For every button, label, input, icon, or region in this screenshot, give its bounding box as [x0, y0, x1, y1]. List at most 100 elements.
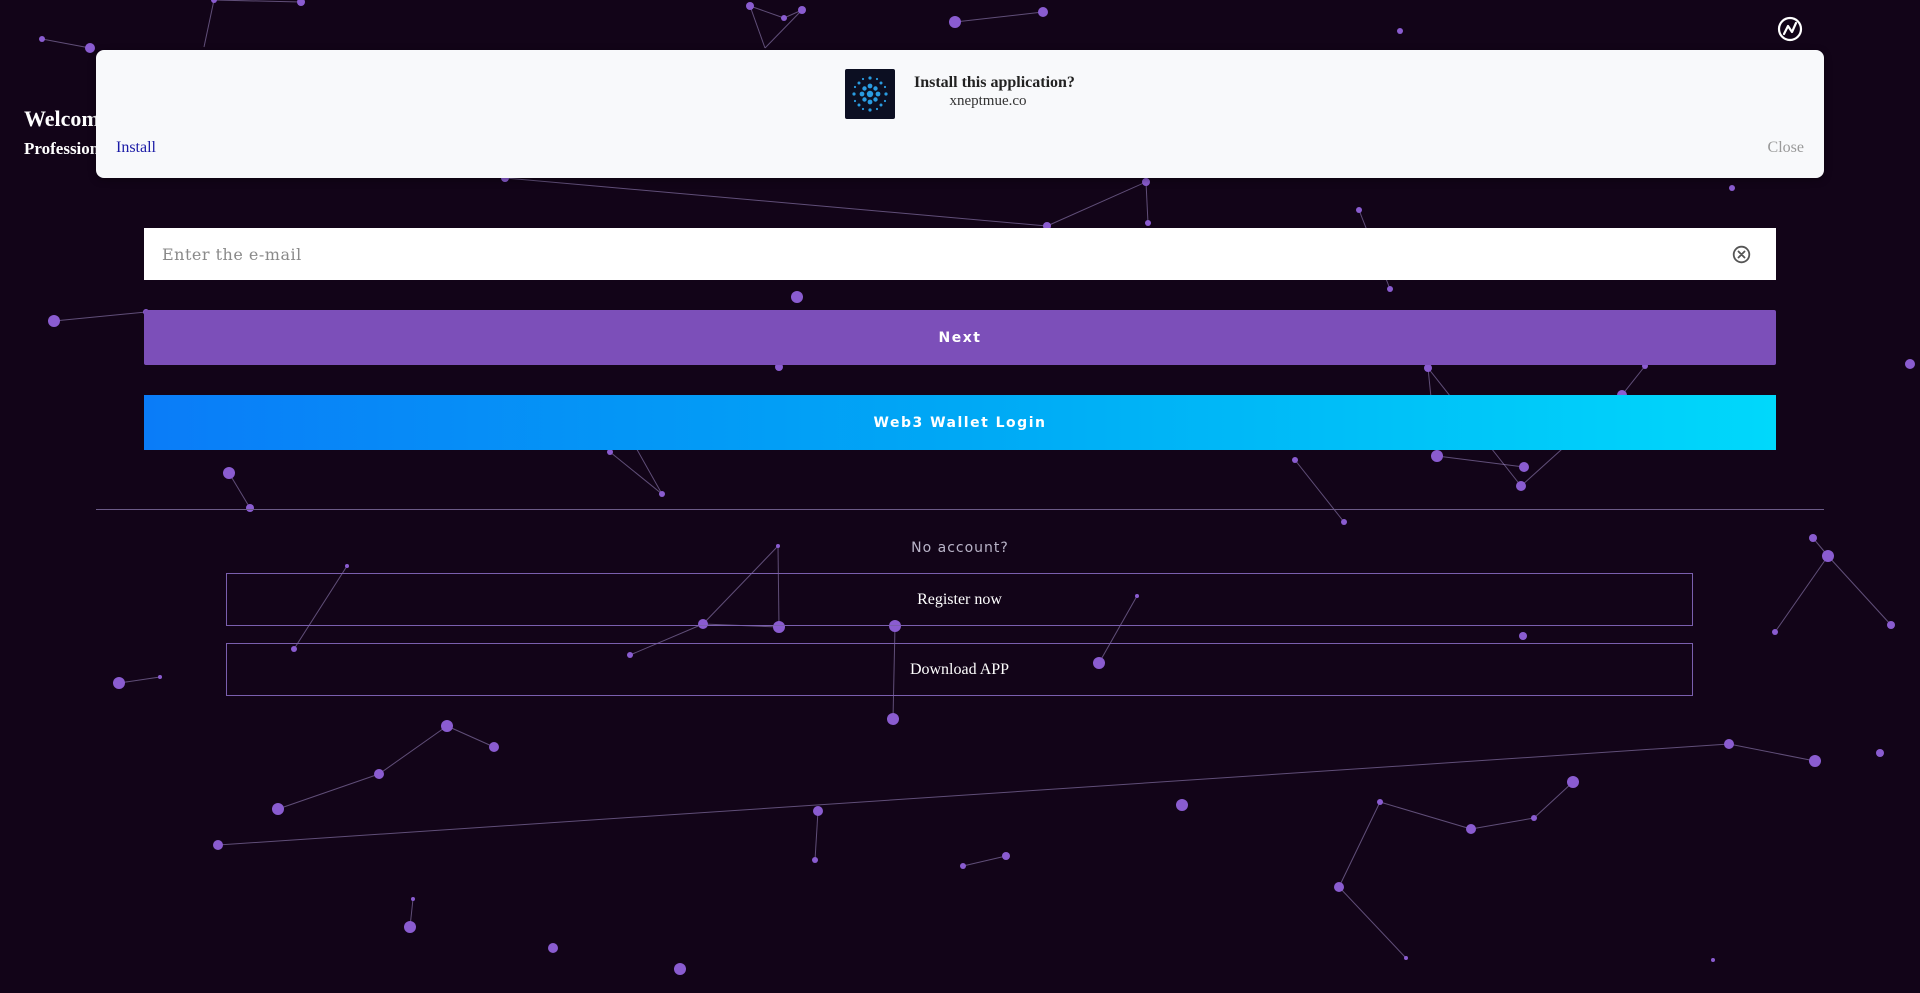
particle-dot: [48, 315, 60, 327]
particle-dot: [548, 943, 558, 953]
particle-link: [203, 0, 215, 48]
particle-link: [217, 743, 1730, 846]
particle-dot: [211, 0, 217, 3]
particle-dot: [374, 769, 384, 779]
particle-dot: [1876, 749, 1884, 757]
particle-dot: [1387, 286, 1393, 292]
particle-dot: [674, 963, 686, 975]
app-logo-icon: [845, 69, 895, 119]
email-field-container: [144, 228, 1776, 280]
particle-dot: [798, 6, 806, 14]
particle-dot: [887, 713, 899, 725]
particle-link: [1436, 455, 1525, 468]
particle-dot: [1397, 28, 1403, 34]
particle-dot: [1567, 776, 1579, 788]
particle-dot: [1516, 481, 1526, 491]
particle-dot: [1334, 882, 1344, 892]
particle-dot: [791, 291, 803, 303]
particle-dot: [1711, 958, 1715, 962]
particle-dot: [1519, 632, 1527, 640]
particle-link: [277, 773, 380, 810]
particle-dot: [1176, 799, 1188, 811]
particle-link: [1046, 181, 1147, 227]
particle-dot: [1341, 519, 1347, 525]
particle-dot: [1724, 739, 1734, 749]
particle-dot: [404, 921, 416, 933]
particle-dot: [1431, 450, 1443, 462]
particle-link: [118, 676, 161, 684]
particle-link: [1728, 743, 1816, 762]
particle-dot: [1377, 799, 1383, 805]
particle-dot: [812, 857, 818, 863]
particle-link: [1379, 801, 1472, 830]
particle-link: [962, 855, 1007, 867]
section-divider: [96, 509, 1824, 510]
particle-dot: [1531, 815, 1537, 821]
particle-dot: [1519, 462, 1529, 472]
web3-wallet-login-button[interactable]: Web3 Wallet Login: [144, 395, 1776, 450]
particle-dot: [113, 677, 125, 689]
install-button[interactable]: Install: [116, 139, 156, 157]
particle-dot: [1772, 629, 1778, 635]
particle-dot: [1292, 457, 1298, 463]
particle-dot: [39, 36, 45, 42]
particle-dot: [297, 0, 305, 6]
particle-dot: [1905, 359, 1915, 369]
particle-link: [1294, 459, 1345, 523]
particle-link: [609, 451, 663, 495]
particle-link: [954, 11, 1044, 23]
email-input[interactable]: [160, 228, 1664, 280]
particle-link: [378, 725, 448, 775]
particle-link: [1621, 365, 1646, 396]
language-switch-icon[interactable]: [1775, 14, 1805, 44]
particle-dot: [1145, 220, 1151, 226]
particle-dot: [1424, 364, 1432, 372]
particle-dot: [1142, 178, 1150, 186]
particle-link: [749, 5, 785, 19]
register-now-button[interactable]: Register now: [226, 573, 1693, 626]
particle-dot: [246, 504, 254, 512]
next-button[interactable]: Next: [144, 310, 1776, 365]
particle-link: [1470, 817, 1535, 830]
particle-dot: [813, 806, 823, 816]
install-app-banner: Install this application? xneptmue.co In…: [96, 50, 1824, 178]
welcome-subtitle: Profession: [24, 139, 100, 158]
no-account-text: No account?: [911, 540, 1009, 556]
particle-link: [1827, 555, 1892, 626]
particle-link: [213, 0, 302, 3]
particle-link: [446, 725, 495, 748]
download-app-button[interactable]: Download APP: [226, 643, 1693, 696]
particle-link: [41, 38, 91, 49]
particle-dot: [158, 675, 162, 679]
particle-dot: [272, 803, 284, 815]
particle-dot: [1002, 852, 1010, 860]
particle-dot: [1887, 621, 1895, 629]
particle-dot: [213, 840, 223, 850]
particle-dot: [489, 742, 499, 752]
install-banner-title: Install this application?: [914, 74, 1075, 91]
particle-link: [1774, 555, 1829, 633]
clear-circle-x-icon[interactable]: [1732, 245, 1751, 264]
particle-link: [749, 5, 766, 49]
particle-link: [1338, 886, 1407, 959]
particle-dot: [1809, 755, 1821, 767]
particle-link: [814, 810, 819, 861]
particle-dot: [949, 16, 961, 28]
close-button[interactable]: Close: [1768, 139, 1804, 157]
particle-link: [1338, 801, 1381, 888]
particle-dot: [85, 43, 95, 53]
particle-dot: [781, 15, 787, 21]
particle-dot: [659, 491, 665, 497]
particle-dot: [441, 720, 453, 732]
particle-link: [504, 177, 1048, 227]
particle-dot: [345, 564, 349, 568]
welcome-heading: Welcom: [24, 106, 100, 131]
particle-dot: [1356, 207, 1362, 213]
particle-dot: [746, 2, 754, 10]
particle-dot: [411, 897, 415, 901]
particle-dot: [960, 863, 966, 869]
particle-dot: [1038, 7, 1048, 17]
install-banner-domain: xneptmue.co: [949, 93, 1027, 109]
particle-link: [53, 311, 147, 322]
particle-dot: [1404, 956, 1408, 960]
